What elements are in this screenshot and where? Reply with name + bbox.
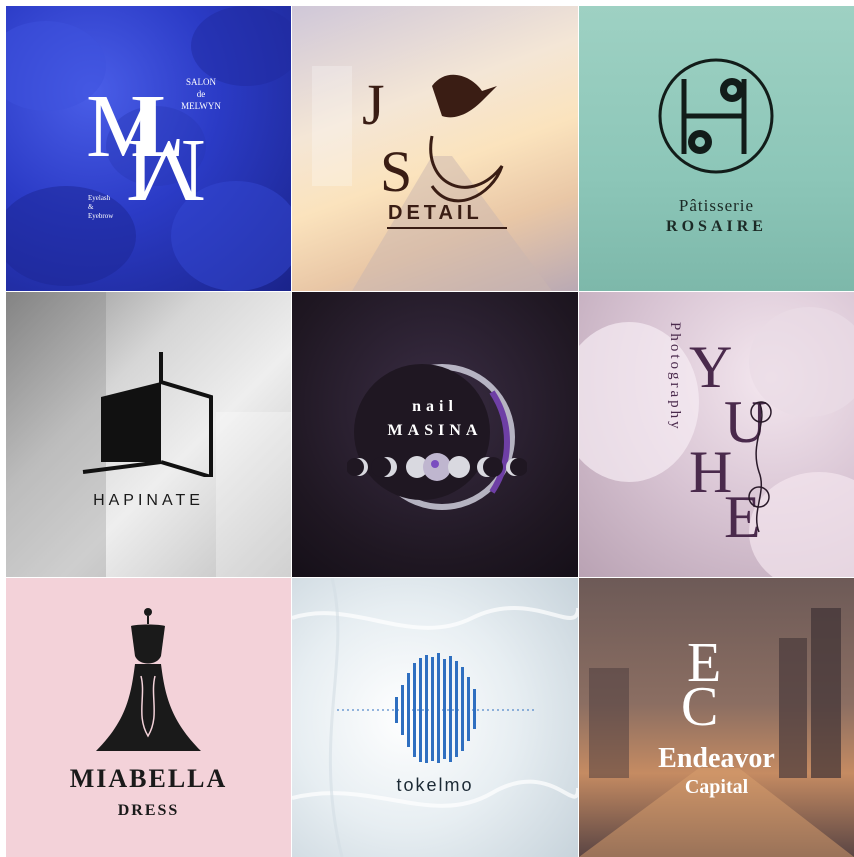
dress-form-icon (96, 608, 201, 751)
melwyn-line-name: MELWYN (181, 101, 221, 111)
melwyn-sub-eyebrow: Eyebrow (88, 212, 114, 220)
rosaire-line2: ROSAIRE (666, 218, 767, 235)
logo-grid: M L M SALON de MELWYN Eyelash & Eyebrow … (6, 6, 854, 857)
hapinate-house-icon (82, 352, 213, 477)
tile-masina: nail MASINA (292, 292, 578, 577)
melwyn-salon-text: SALON de MELWYN (176, 76, 226, 112)
yuhee-monogram: Y U H E (689, 334, 772, 542)
tile-rosaire: Pâtisserie ROSAIRE (579, 6, 854, 291)
endeavor-monogram: E C (681, 633, 721, 733)
melwyn-sub-eyelash: Eyelash (88, 194, 111, 202)
melwyn-sub-amp: & (88, 203, 94, 211)
endeavor-word: Endeavor (658, 743, 775, 774)
jsu-detail-word: DETAIL (388, 202, 483, 224)
svg-text:M: M (126, 121, 206, 220)
masina-nail-word: nail (412, 398, 458, 415)
tile-jsu: J S DETAIL (292, 6, 578, 291)
hapinate-word: HAPINATE (93, 492, 204, 509)
tile-yuhee: Photography Y U H E (579, 292, 854, 577)
svg-text:C: C (681, 676, 718, 733)
tile-miabella: MIABELLA DRESS (6, 578, 291, 857)
tile-hapinate: HAPINATE (6, 292, 291, 577)
masina-name-word: MASINA (387, 422, 483, 439)
melwyn-line-de: de (196, 89, 206, 99)
moon-phases-icon (347, 453, 527, 481)
tokelmo-word: tokelmo (396, 775, 474, 795)
yuhee-photography-word: Photography (667, 322, 683, 432)
capital-word: Capital (684, 776, 749, 798)
svg-text:E: E (724, 484, 761, 542)
svg-text:J: J (362, 72, 385, 137)
jsu-underline (387, 227, 507, 229)
miabella-dress-word: DRESS (117, 802, 180, 819)
tokelmo-soundwave-icon (337, 653, 537, 763)
tile-melwyn: M L M SALON de MELWYN Eyelash & Eyebrow (6, 6, 291, 291)
melwyn-sub-text: Eyelash & Eyebrow (88, 194, 113, 221)
rosaire-line1: Pâtisserie (678, 196, 755, 215)
rosaire-monogram (658, 58, 774, 174)
melwyn-line-salon: SALON (185, 77, 216, 87)
miabella-word: MIABELLA (69, 764, 228, 793)
svg-text:S: S (380, 139, 412, 204)
tile-endeavor: E C Endeavor Capital (579, 578, 854, 857)
tile-tokelmo: tokelmo (292, 578, 578, 857)
